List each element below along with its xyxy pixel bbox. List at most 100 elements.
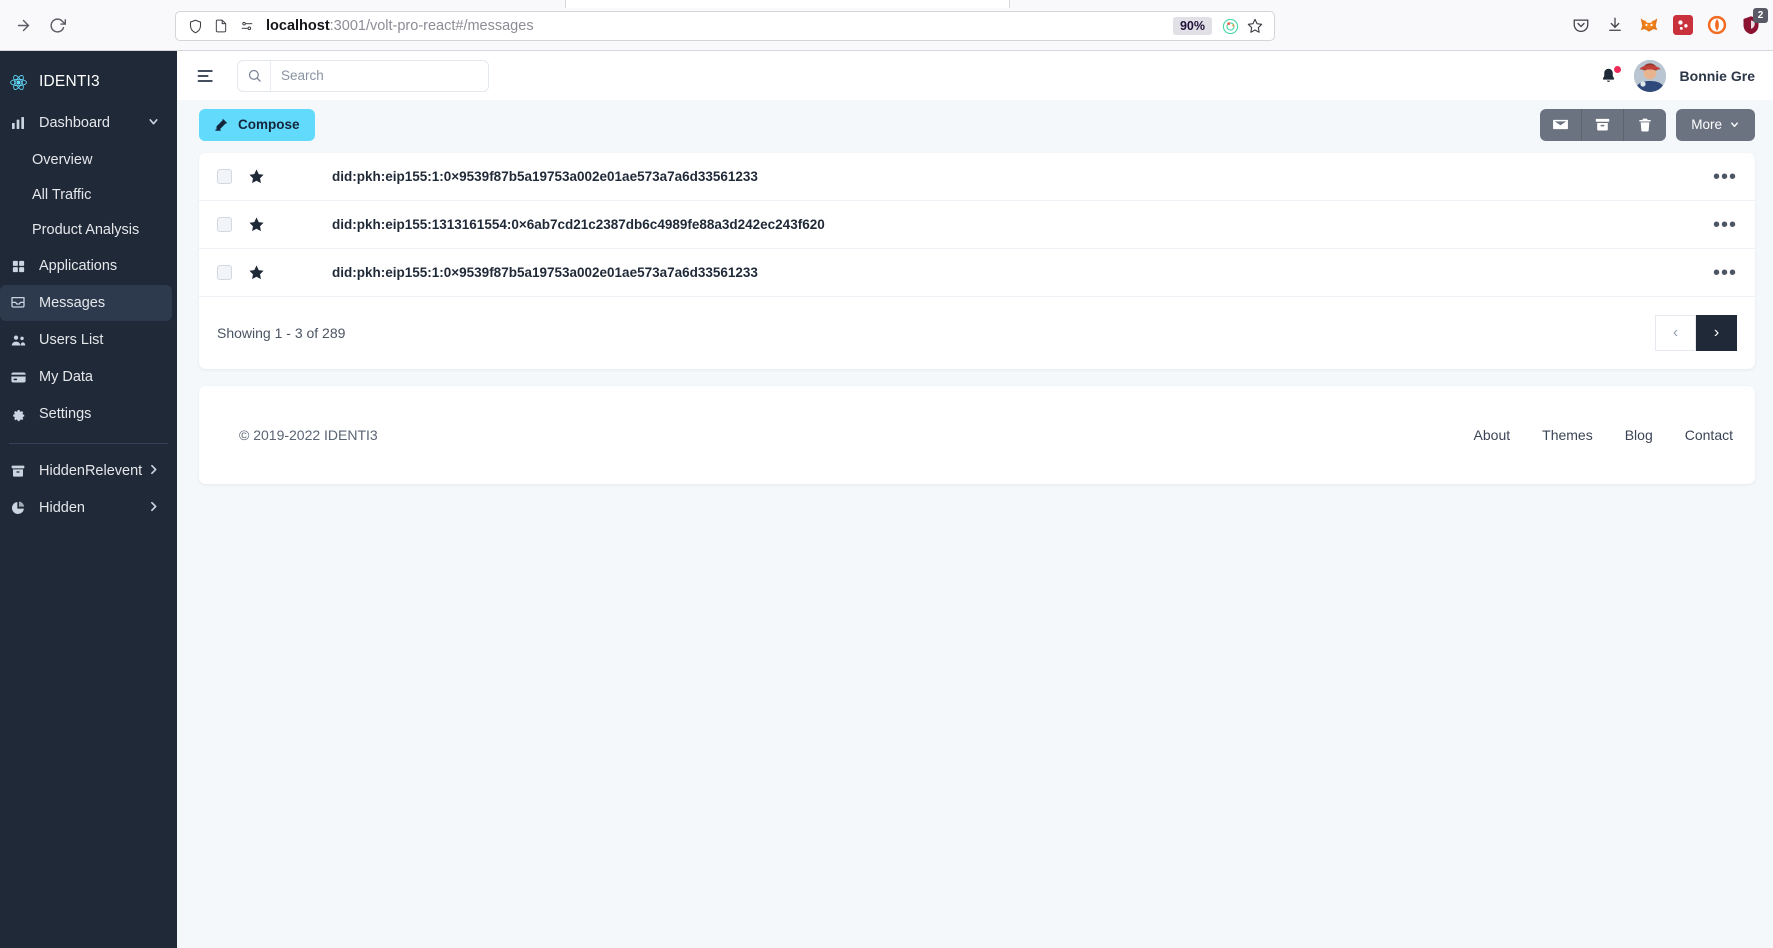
forward-arrow-icon[interactable] (8, 10, 38, 40)
downloads-icon[interactable] (1599, 9, 1631, 41)
archive-icon (1594, 116, 1611, 133)
actions-toolbar: Compose More (177, 100, 1773, 149)
avatar[interactable] (1633, 59, 1666, 92)
sidebar-item-hiddenrelevent[interactable]: HiddenRelevent (0, 453, 172, 489)
envelope-icon (1552, 116, 1569, 133)
footer-link-themes[interactable]: Themes (1542, 427, 1593, 443)
sidebar-item-users-list[interactable]: Users List (0, 322, 172, 358)
mark-as-read-button[interactable] (1540, 108, 1583, 141)
url-text[interactable]: localhost:3001/volt-pro-react#/messages (260, 18, 1173, 34)
message-title[interactable]: did:pkh:eip155:1:0×9539f87b5a19753a002e0… (332, 169, 758, 184)
next-page-button[interactable]: › (1696, 315, 1737, 351)
table-row[interactable]: did:pkh:eip155:1:0×9539f87b5a19753a002e0… (199, 153, 1755, 201)
gear-icon (8, 406, 28, 422)
search-input[interactable] (271, 60, 488, 91)
user-name: Bonnie Gre (1679, 67, 1755, 84)
messages-card: did:pkh:eip155:1:0×9539f87b5a19753a002e0… (199, 153, 1755, 369)
zoom-level-badge[interactable]: 90% (1172, 17, 1212, 35)
footer-link-blog[interactable]: Blog (1625, 427, 1653, 443)
app-topbar: Bonnie Gre (177, 51, 1773, 100)
bookmark-star-icon[interactable] (1242, 15, 1268, 37)
chevron-down-icon (147, 115, 160, 132)
row-checkbox[interactable] (217, 169, 232, 184)
sidebar-item-label: All Traffic (32, 186, 92, 203)
compose-button[interactable]: Compose (199, 108, 315, 141)
table-row[interactable]: did:pkh:eip155:1313161554:0×6ab7cd21c238… (199, 201, 1755, 249)
grid-icon (8, 259, 28, 274)
reload-icon[interactable] (42, 10, 72, 40)
sidebar-item-overview[interactable]: Overview (0, 142, 177, 177)
archive-box-icon (8, 463, 28, 479)
metamask-extension-icon[interactable] (1633, 9, 1665, 41)
actions-right: More (1540, 108, 1755, 141)
sidebar-item-label: HiddenRelevent (39, 463, 143, 479)
red-extension-icon[interactable] (1667, 9, 1699, 41)
brand-name: IDENTI3 (39, 73, 100, 90)
urlbar-right-controls: 90% (1172, 15, 1268, 37)
orange-extension-icon[interactable] (1701, 9, 1733, 41)
react-atom-icon (8, 73, 28, 92)
inbox-icon (8, 295, 28, 311)
footer: © 2019-2022 IDENTI3 About Themes Blog Co… (199, 386, 1755, 484)
message-title[interactable]: did:pkh:eip155:1:0×9539f87b5a19753a002e0… (332, 265, 758, 280)
pie-chart-icon (8, 500, 28, 516)
sidebar-item-applications[interactable]: Applications (0, 248, 172, 284)
sidebar-item-hidden[interactable]: Hidden (0, 490, 172, 526)
sidebar-item-product-analysis[interactable]: Product Analysis (0, 212, 177, 247)
prev-page-button[interactable]: ‹ (1655, 315, 1696, 351)
more-button-label: More (1691, 117, 1722, 132)
sidebar-item-all-traffic[interactable]: All Traffic (0, 177, 177, 212)
sidebar-item-label: Applications (39, 258, 118, 274)
star-icon[interactable] (248, 168, 265, 185)
footer-link-about[interactable]: About (1474, 427, 1511, 443)
pocket-icon[interactable] (1565, 9, 1597, 41)
browser-tab-stub[interactable] (565, 0, 1010, 8)
shield-icon[interactable] (182, 15, 208, 37)
more-dropdown-button[interactable]: More (1676, 108, 1755, 141)
hamburger-menu-icon[interactable] (193, 63, 219, 89)
sidebar-item-label: Settings (39, 406, 92, 422)
pagination: ‹ › (1655, 315, 1737, 351)
chevron-right-icon (147, 500, 160, 517)
trash-icon (1637, 117, 1653, 133)
extension-badge-count: 2 (1753, 8, 1768, 23)
sidebar-item-dashboard[interactable]: Dashboard (0, 105, 172, 141)
compose-pencil-icon (214, 117, 229, 132)
sidebar-item-label: Messages (39, 295, 106, 311)
main-content: Bonnie Gre Compose (177, 51, 1773, 948)
delete-button[interactable] (1624, 109, 1666, 141)
ellipsis-icon[interactable]: ••• (1713, 215, 1737, 235)
ellipsis-icon[interactable]: ••• (1713, 263, 1737, 283)
row-checkbox[interactable] (217, 265, 232, 280)
archive-button[interactable] (1582, 108, 1625, 141)
sidebar-item-label: Overview (32, 151, 93, 168)
tracker-protection-icon[interactable] (1218, 15, 1242, 37)
sidebar-item-label: My Data (39, 369, 93, 385)
brand-logo[interactable]: IDENTI3 (0, 60, 177, 104)
row-checkbox[interactable] (217, 217, 232, 232)
footer-link-contact[interactable]: Contact (1685, 427, 1733, 443)
table-row[interactable]: did:pkh:eip155:1:0×9539f87b5a19753a002e0… (199, 249, 1755, 297)
shield-extension-icon[interactable]: 2 (1735, 8, 1768, 41)
sidebar-item-my-data[interactable]: My Data (0, 359, 172, 395)
sidebar-item-messages[interactable]: Messages (0, 285, 172, 321)
url-path: :3001/volt-pro-react#/messages (329, 18, 534, 34)
permissions-icon[interactable] (234, 15, 260, 37)
browser-extensions-area: 2 (1565, 8, 1768, 41)
url-host: localhost (266, 18, 330, 34)
compose-button-label: Compose (238, 117, 300, 132)
star-icon[interactable] (248, 264, 265, 281)
sidebar-item-settings[interactable]: Settings (0, 396, 172, 432)
page-info-icon[interactable] (208, 15, 234, 37)
message-title[interactable]: did:pkh:eip155:1313161554:0×6ab7cd21c238… (332, 217, 825, 232)
sidebar: IDENTI3 Dashboard Overview All Traffic P… (0, 51, 177, 948)
search-box[interactable] (237, 59, 489, 92)
topbar-right: Bonnie Gre (1598, 59, 1755, 92)
url-bar[interactable]: localhost:3001/volt-pro-react#/messages … (175, 11, 1275, 41)
bell-icon[interactable] (1598, 64, 1622, 88)
ellipsis-icon[interactable]: ••• (1713, 167, 1737, 187)
users-icon (8, 332, 28, 349)
star-icon[interactable] (248, 216, 265, 233)
bulk-action-group (1540, 108, 1667, 141)
chevron-down-icon (1729, 119, 1740, 130)
